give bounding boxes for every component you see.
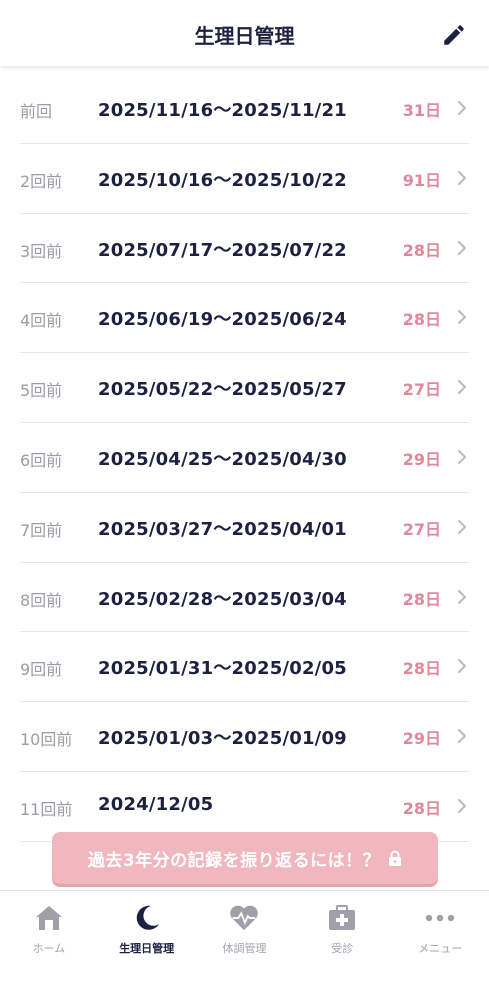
edit-button[interactable] (439, 20, 469, 50)
period-row[interactable]: 7回前 2025/03/27～2025/04/01 27日 (20, 493, 469, 563)
cycle-days: 28日 (402, 659, 441, 679)
chevron-right-icon (458, 240, 466, 255)
period-index-label: 8回前 (20, 590, 63, 610)
chevron-right-icon (458, 659, 466, 674)
chevron-right-icon (458, 798, 466, 813)
pencil-icon (444, 25, 464, 45)
period-row[interactable]: 5回前 2025/05/22～2025/05/27 27日 (20, 353, 469, 423)
tab-home[interactable]: ホーム (0, 891, 98, 1000)
cycle-days: 28日 (402, 798, 441, 818)
chevron-right-icon (458, 589, 466, 604)
chevron-right-icon (458, 310, 466, 325)
cycle-days: 29日 (402, 729, 441, 749)
chevron-right-icon (458, 519, 466, 534)
tab-period-management[interactable]: 生理日管理 (98, 891, 196, 1000)
cycle-days: 27日 (402, 380, 441, 400)
cycle-days: 27日 (402, 519, 441, 539)
period-row[interactable]: 8回前 2025/02/28～2025/03/04 28日 (20, 563, 469, 633)
period-date-range: 2024/12/05 (98, 793, 214, 815)
past-records-button[interactable]: 過去3年分の記録を振り返るには！？ (52, 832, 438, 884)
period-index-label: 5回前 (20, 381, 63, 401)
cycle-days: 28日 (402, 240, 441, 260)
cycle-days: 91日 (402, 170, 441, 190)
period-date-range: 2025/04/25～2025/04/30 (98, 448, 347, 470)
bottom-tab-bar: ホーム 生理日管理 体調管理 受診 メニュー (0, 890, 489, 1000)
home-icon (34, 903, 64, 933)
more-dots-icon (425, 903, 455, 933)
period-date-range: 2025/03/27～2025/04/01 (98, 518, 347, 540)
chevron-right-icon (458, 380, 466, 395)
period-row[interactable]: 前回 2025/11/16～2025/11/21 31日 (20, 74, 469, 144)
period-list: 前回 2025/11/16～2025/11/21 31日 2回前 2025/10/16～… (0, 74, 489, 842)
tab-menu[interactable]: メニュー (391, 891, 489, 1000)
tab-label: ホーム (32, 942, 66, 955)
period-row[interactable]: 3回前 2025/07/17～2025/07/22 28日 (20, 214, 469, 284)
period-row[interactable]: 4回前 2025/06/19～2025/06/24 28日 (20, 283, 469, 354)
period-date-range: 2025/01/31～2025/02/05 (98, 658, 347, 680)
heart-pulse-icon (229, 903, 259, 933)
cycle-days: 29日 (402, 449, 441, 469)
cta-label: 過去3年分の記録を振り返るには！？ (87, 850, 381, 871)
period-date-range: 2025/10/16～2025/10/22 (98, 169, 347, 191)
page-title: 生理日管理 (194, 24, 295, 48)
period-row[interactable]: 2回前 2025/10/16～2025/10/22 91日 (20, 144, 469, 214)
medical-cross-icon (327, 903, 357, 933)
chevron-right-icon (458, 170, 466, 185)
tab-consultation[interactable]: 受診 (293, 891, 391, 1000)
tab-label: メニュー (418, 942, 463, 955)
period-index-label: 11回前 (20, 799, 73, 819)
period-index-label: 6回前 (20, 450, 63, 470)
period-date-range: 2025/05/22～2025/05/27 (98, 379, 347, 401)
moon-icon (132, 903, 162, 933)
period-row[interactable]: 9回前 2025/01/31～2025/02/05 28日 (20, 632, 469, 703)
cycle-days: 31日 (402, 101, 441, 120)
period-date-range: 2025/06/19～2025/06/24 (98, 309, 347, 331)
period-date-range: 2025/11/16～2025/11/21 (98, 100, 347, 121)
chevron-right-icon (458, 449, 466, 464)
period-date-range: 2025/02/28～2025/03/04 (98, 588, 347, 610)
app-header: 生理日管理 (0, 0, 489, 66)
period-index-label: 前回 (20, 102, 53, 121)
lock-icon (388, 850, 402, 867)
period-row[interactable]: 10回前 2025/01/03～2025/01/09 29日 (20, 702, 469, 772)
period-index-label: 10回前 (20, 730, 73, 750)
period-row[interactable]: 6回前 2025/04/25～2025/04/30 29日 (20, 423, 469, 493)
period-index-label: 3回前 (20, 241, 63, 261)
tab-label: 受診 (331, 942, 354, 955)
tab-label: 生理日管理 (119, 942, 175, 955)
period-index-label: 7回前 (20, 520, 63, 540)
tab-health-management[interactable]: 体調管理 (196, 891, 294, 1000)
chevron-right-icon (458, 729, 466, 744)
period-index-label: 4回前 (20, 311, 63, 331)
period-index-label: 2回前 (20, 171, 63, 191)
period-date-range: 2025/07/17～2025/07/22 (98, 239, 347, 261)
cycle-days: 28日 (402, 310, 441, 330)
period-index-label: 9回前 (20, 660, 63, 680)
period-date-range: 2025/01/03～2025/01/09 (98, 728, 347, 750)
cycle-days: 28日 (402, 589, 441, 609)
chevron-right-icon (458, 101, 466, 115)
tab-label: 体調管理 (222, 942, 267, 955)
